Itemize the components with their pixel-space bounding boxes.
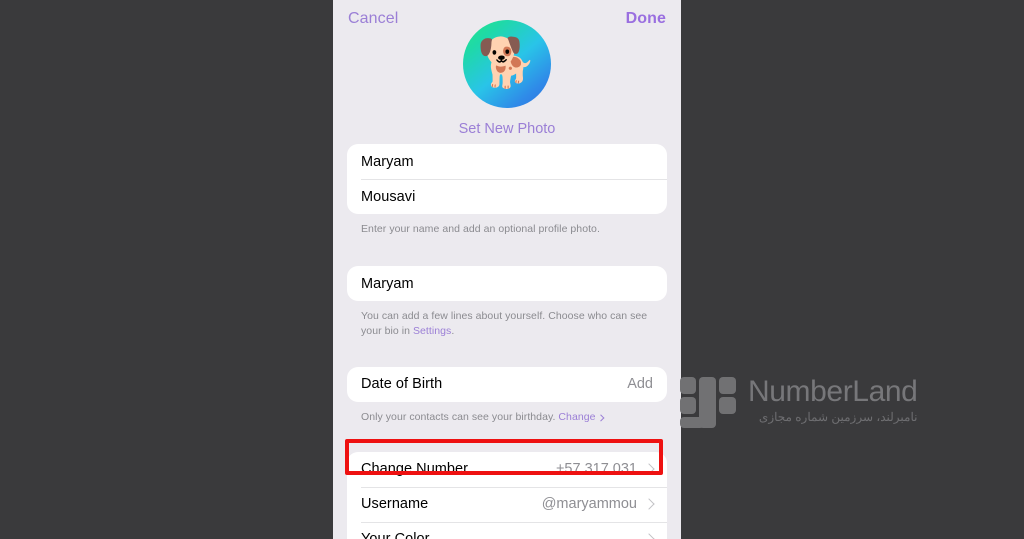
your-color-row[interactable]: Your Color [347,521,667,539]
account-card: Change Number +57 317 031 Username @mary… [347,451,667,539]
bio-helper-part1: You can add a few lines about yourself. … [361,310,648,338]
chevron-right-icon [596,414,604,422]
numberland-watermark: NumberLand نامبرلند، سرزمین شماره مجازی [680,372,918,428]
watermark-text: NumberLand نامبرلند، سرزمین شماره مجازی [748,374,918,425]
username-label: Username [361,496,429,513]
change-number-row[interactable]: Change Number +57 317 031 [347,452,667,487]
username-row[interactable]: Username @maryammou [347,486,667,522]
bio-settings-link[interactable]: Settings [413,325,451,337]
avatar-block: 🐕 Set New Photo [333,20,681,137]
date-of-birth-row[interactable]: Date of Birth Add [347,367,667,402]
bio-input[interactable]: Maryam [361,276,653,292]
username-value: @maryammou [541,496,637,513]
chevron-right-icon [643,498,655,511]
bio-helper-text: You can add a few lines about yourself. … [347,301,667,339]
numberland-logo-icon [680,372,738,428]
settings-content: Maryam Mousavi Enter your name and add a… [333,144,681,539]
bio-row[interactable]: Maryam [347,266,667,301]
first-name-row[interactable]: Maryam [347,144,667,179]
dob-change-link-label: Change [558,410,596,423]
date-of-birth-label: Date of Birth [361,376,443,393]
date-of-birth-card: Date of Birth Add [347,366,667,402]
last-name-input[interactable]: Mousavi [361,189,653,205]
bio-helper-part2: . [451,325,455,338]
bio-card: Maryam [347,266,667,302]
chevron-right-icon [643,533,655,539]
set-new-photo-button[interactable]: Set New Photo [459,121,556,137]
watermark-subtitle: نامبرلند، سرزمین شماره مجازی [758,410,918,425]
change-number-label: Change Number [361,461,469,478]
name-card: Maryam Mousavi [347,144,667,214]
watermark-title: NumberLand [748,374,918,408]
phone-screen: Cancel Done 🐕 Set New Photo Maryam Mousa… [333,0,681,539]
your-color-label: Your Color [361,531,637,539]
avatar[interactable]: 🐕 [463,20,551,108]
change-number-value: +57 317 031 [555,461,637,478]
chevron-right-icon [643,463,655,476]
last-name-row[interactable]: Mousavi [347,179,667,214]
dob-change-link[interactable]: Change [558,410,604,423]
first-name-input[interactable]: Maryam [361,154,653,170]
dob-helper-part1: Only your contacts can see your birthday… [361,410,559,423]
date-of-birth-add-button[interactable]: Add [627,376,653,392]
name-helper-text: Enter your name and add an optional prof… [361,223,600,235]
shiba-dog-emoji: 🐕 [477,37,537,90]
date-of-birth-helper-text: Only your contacts can see your birthday… [347,402,667,425]
